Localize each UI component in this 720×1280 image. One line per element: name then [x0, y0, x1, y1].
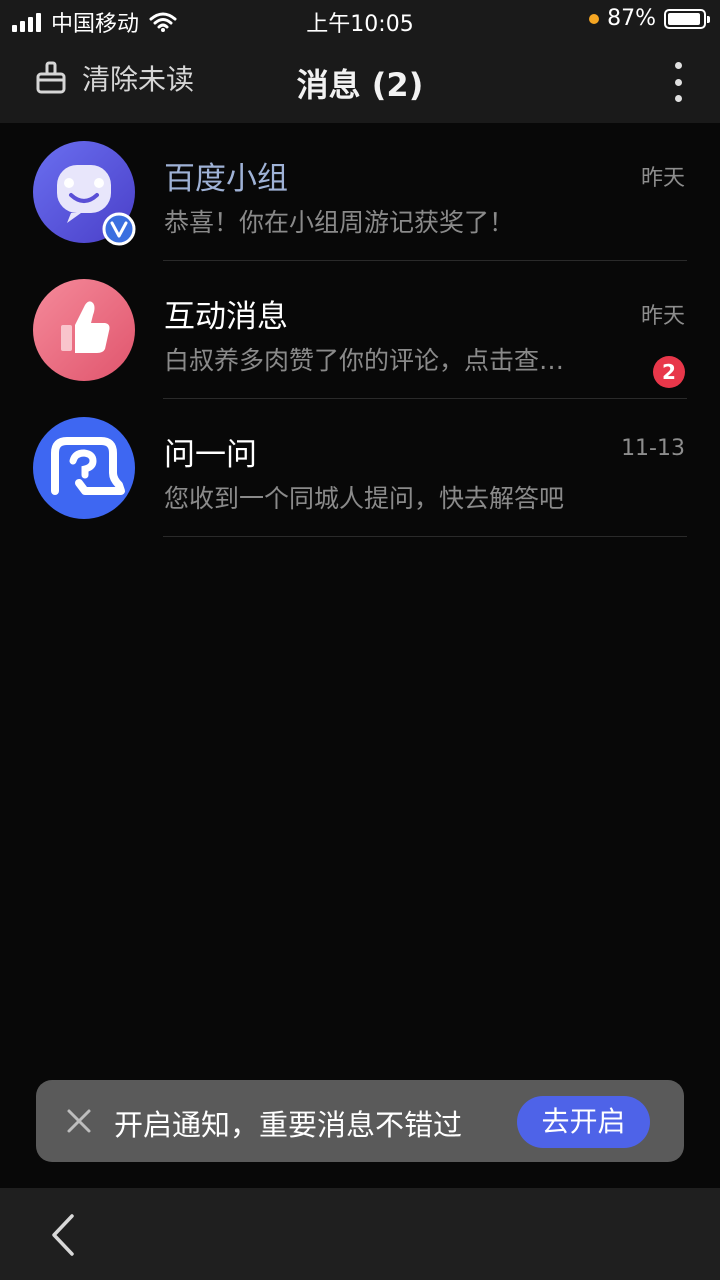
question-icon [51, 437, 125, 495]
message-item-interaction[interactable]: 互动消息 昨天 白叔养多肉赞了你的评论，点击查… 2 [0, 261, 720, 399]
avatar [33, 279, 135, 381]
message-preview: 恭喜！你在小组周游记获奖了！ [164, 208, 515, 237]
message-time: 昨天 [640, 166, 685, 191]
message-time: 昨天 [640, 304, 685, 329]
close-icon[interactable] [64, 1106, 94, 1136]
orange-dot-icon [589, 13, 600, 24]
message-preview: 白叔养多肉赞了你的评论，点击查… [164, 346, 565, 375]
message-time: 11-13 [621, 436, 685, 461]
battery-icon [664, 8, 710, 29]
bottom-toolbar [0, 1188, 720, 1280]
thumbs-up-icon [61, 301, 110, 353]
enable-notification-button[interactable]: 去开启 [517, 1096, 650, 1148]
nav-bar: 清除未读 消息 (2) [0, 40, 720, 123]
message-title: 百度小组 [164, 161, 288, 197]
page-title: 消息 (2) [296, 66, 424, 104]
avatar [33, 417, 135, 519]
back-icon[interactable] [48, 1212, 78, 1258]
status-bar: 中国移动 上午10:05 87% [0, 0, 720, 40]
message-item-baidu-group[interactable]: 百度小组 昨天 恭喜！你在小组周游记获奖了！ [0, 123, 720, 261]
unread-badge: 2 [653, 356, 685, 388]
more-dot-icon [674, 78, 682, 86]
battery-percent: 87% [607, 6, 656, 31]
toast-message: 开启通知，重要消息不错过 [114, 1108, 463, 1142]
more-dot-icon [674, 95, 682, 102]
divider [163, 536, 687, 537]
message-list: 百度小组 昨天 恭喜！你在小组周游记获奖了！ 互动消息 昨天 白叔养多肉赞了你的… [0, 123, 720, 537]
status-right: 87% [589, 6, 710, 31]
notification-toast: 开启通知，重要消息不错过 去开启 [36, 1080, 684, 1162]
message-preview: 您收到一个同城人提问，快去解答吧 [164, 484, 565, 513]
message-item-ask[interactable]: 问一问 11-13 您收到一个同城人提问，快去解答吧 [0, 399, 720, 537]
message-title: 互动消息 [164, 299, 288, 335]
more-menu-button[interactable] [666, 62, 690, 102]
message-title: 问一问 [164, 437, 257, 473]
more-dot-icon [674, 62, 682, 69]
verified-icon [102, 212, 136, 246]
